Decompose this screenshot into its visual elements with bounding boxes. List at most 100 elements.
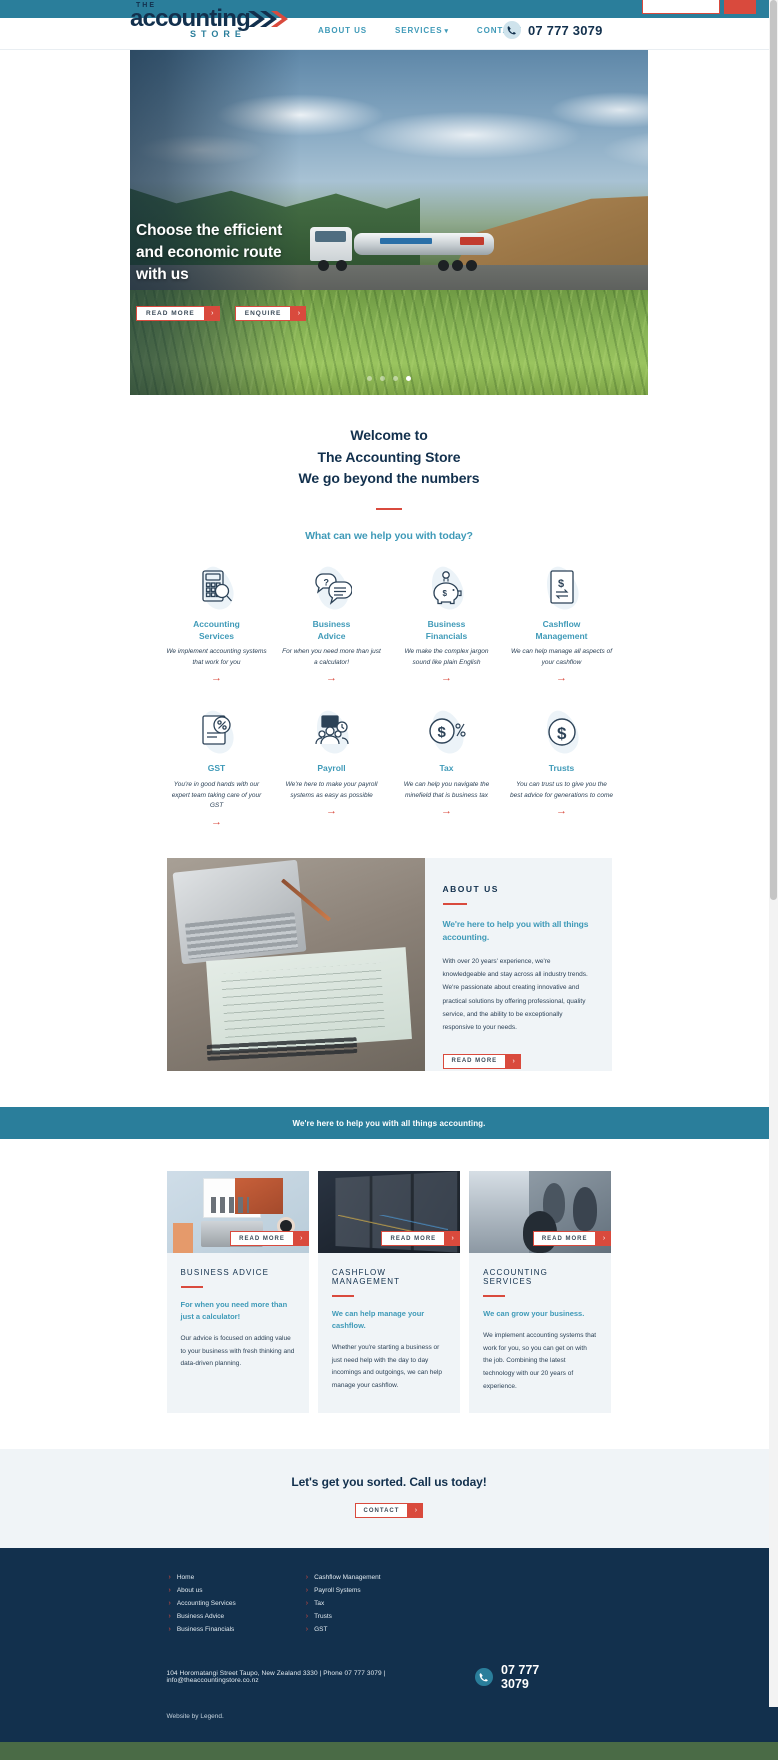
service-description: We implement accounting systems that wor… — [166, 648, 267, 666]
service-item-business-advice[interactable]: ? Business Advice For when you need more… — [274, 562, 389, 684]
footer-link-label: Trusts — [314, 1613, 332, 1621]
arrow-right-icon[interactable]: → — [395, 806, 498, 817]
service-description: For when you need more than just a calcu… — [282, 648, 381, 666]
service-item-gst[interactable]: GST You're in good hands with our expert… — [159, 706, 274, 828]
nav-item-services[interactable]: SERVICES ▾ — [395, 26, 449, 35]
service-name: GST — [207, 763, 226, 774]
welcome-line-2: The Accounting Store — [317, 448, 461, 465]
calculator-magnifier-icon — [165, 562, 268, 614]
footer-link-accounting-services[interactable]: › Accounting Services — [169, 1600, 236, 1607]
search-submit-button[interactable] — [724, 0, 756, 14]
site-footer: › Home › About us › Accounting Services › Bu… — [0, 1548, 778, 1743]
card-read-more-button[interactable]: READ MORE › — [532, 1231, 612, 1247]
service-item-trusts[interactable]: $ Trusts You can trust us to give you th… — [504, 706, 619, 828]
card-read-more-button[interactable]: READ MORE › — [381, 1231, 461, 1247]
hero-title-line-3: with us — [136, 266, 189, 283]
footer-link-gst[interactable]: › GST — [306, 1626, 381, 1633]
cta-contact-button[interactable]: CONTACT › — [354, 1503, 424, 1519]
phone-icon — [503, 21, 521, 39]
hero-title: Choose the efficient and economic route … — [136, 220, 306, 286]
services-grid: Accounting Services We implement account… — [159, 562, 619, 828]
footer-link-payroll-systems[interactable]: › Payroll Systems — [306, 1587, 381, 1594]
nav-item-about-us[interactable]: ABOUT US — [318, 26, 367, 35]
footer-link-home[interactable]: › Home — [169, 1574, 236, 1581]
card-cashflow-management[interactable]: READ MORE › CASHFLOW MANAGEMENT We can h… — [317, 1171, 461, 1414]
slider-dot-2[interactable] — [380, 376, 385, 381]
dollar-circle-icon: $ — [510, 706, 613, 758]
arrow-right-icon[interactable]: → — [280, 673, 383, 684]
card-business-advice[interactable]: READ MORE › BUSINESS ADVICE For when you… — [166, 1171, 309, 1414]
chevron-right-icon: › — [168, 1626, 171, 1634]
header-phone[interactable]: 07 777 3079 — [503, 21, 603, 39]
search-input[interactable] — [642, 0, 720, 14]
footer-link-cashflow-management[interactable]: › Cashflow Management — [306, 1574, 381, 1581]
arrow-right-icon[interactable]: → — [395, 673, 498, 684]
footer-address: 104 Horomatangi Street Taupo, New Zealan… — [166, 1670, 386, 1685]
card-title: ACCOUNTING SERVICES — [483, 1268, 548, 1287]
logo-main-text: accounting — [130, 5, 251, 32]
about-body: With over 20 years' experience, we're kn… — [442, 957, 588, 1032]
divider-rule — [376, 508, 402, 511]
card-photo: READ MORE › — [317, 1171, 461, 1254]
about-read-more-button[interactable]: READ MORE › — [442, 1053, 522, 1069]
about-photo — [166, 858, 425, 1072]
service-name-line-2: Financials — [425, 630, 468, 641]
arrow-right-icon[interactable]: → — [165, 673, 268, 684]
chevron-right-icon: › — [596, 1231, 612, 1247]
service-description: We're here to make your payroll systems … — [285, 780, 378, 799]
card-title: CASHFLOW MANAGEMENT — [331, 1268, 401, 1287]
arrow-right-icon[interactable]: → — [510, 673, 613, 684]
site-logo[interactable]: THE accounting STORE — [130, 2, 290, 46]
hero-read-more-button[interactable]: READ MORE › — [136, 306, 220, 321]
service-item-accounting-services[interactable]: Accounting Services We implement account… — [159, 562, 274, 684]
service-item-business-financials[interactable]: $ Business Financials We make the comple… — [389, 562, 504, 684]
slider-dot-1[interactable] — [367, 376, 372, 381]
chevron-right-icon: › — [305, 1600, 309, 1608]
page-scrollbar[interactable] — [769, 0, 778, 1707]
double-chevron-icon — [248, 9, 288, 34]
service-name: Payroll — [317, 763, 346, 774]
hero-content: Choose the efficient and economic route … — [136, 220, 307, 321]
service-description: You can trust us to give you the best ad… — [510, 780, 613, 799]
chevron-right-icon: › — [305, 1613, 309, 1621]
arrow-right-icon[interactable]: → — [165, 817, 268, 828]
footer-link-tax[interactable]: › Tax — [306, 1600, 381, 1607]
nav-label: ABOUT US — [318, 26, 367, 35]
card-title: BUSINESS ADVICE — [180, 1268, 270, 1278]
arrow-right-icon[interactable]: → — [280, 806, 383, 817]
footer-link-about-us[interactable]: › About us — [169, 1587, 236, 1594]
slider-dot-3[interactable] — [393, 376, 398, 381]
service-item-cashflow-management[interactable]: $ Cashflow Management We can help manage… — [504, 562, 619, 684]
footer-link-label: Home — [176, 1574, 195, 1582]
card-body: CASHFLOW MANAGEMENT We can help manage y… — [318, 1253, 460, 1413]
card-accounting-services[interactable]: READ MORE › ACCOUNTING SERVICES We can g… — [469, 1171, 612, 1414]
footer-link-business-financials[interactable]: › Business Financials — [169, 1626, 236, 1633]
welcome-line-1: Welcome to — [350, 427, 428, 443]
card-read-more-button[interactable]: READ MORE › — [230, 1231, 309, 1247]
footer-link-label: Business Advice — [176, 1613, 225, 1621]
arrow-right-icon[interactable]: → — [510, 806, 613, 817]
slider-dot-4[interactable] — [406, 376, 411, 381]
footer-column-1: › Home › About us › Accounting Services › Bu… — [169, 1574, 236, 1633]
dollar-circle-percent-icon: $ — [395, 706, 498, 758]
footer-link-trusts[interactable]: › Trusts — [306, 1613, 381, 1620]
welcome-line-3: We go beyond the numbers — [298, 470, 480, 487]
service-item-tax[interactable]: $ Tax We can help you navigate the minef… — [389, 706, 504, 828]
hero-tanker-truck — [310, 223, 510, 271]
service-item-payroll[interactable]: Payroll We're here to make your payroll … — [274, 706, 389, 828]
footer-phone[interactable]: 07 777 3079 — [475, 1663, 611, 1691]
service-name-line-1: Cashflow — [542, 619, 581, 630]
scrollbar-thumb[interactable] — [770, 0, 777, 900]
service-name: Trusts — [548, 763, 575, 774]
card-description: Whether you're starting a business or ju… — [331, 1344, 443, 1390]
footer-link-business-advice[interactable]: › Business Advice — [169, 1613, 236, 1620]
welcome-heading: Welcome to The Accounting Store We go be… — [0, 425, 778, 490]
chevron-right-icon: › — [445, 1231, 461, 1247]
nav-label: SERVICES — [394, 26, 443, 35]
chevron-down-icon: ▾ — [444, 28, 449, 35]
chevron-right-icon: › — [305, 1587, 309, 1595]
hero-enquire-button[interactable]: ENQUIRE › — [234, 306, 307, 321]
svg-text:?: ? — [323, 578, 329, 588]
hero-slider-dots — [367, 376, 411, 381]
speech-bubbles-question-icon: ? — [280, 562, 383, 614]
